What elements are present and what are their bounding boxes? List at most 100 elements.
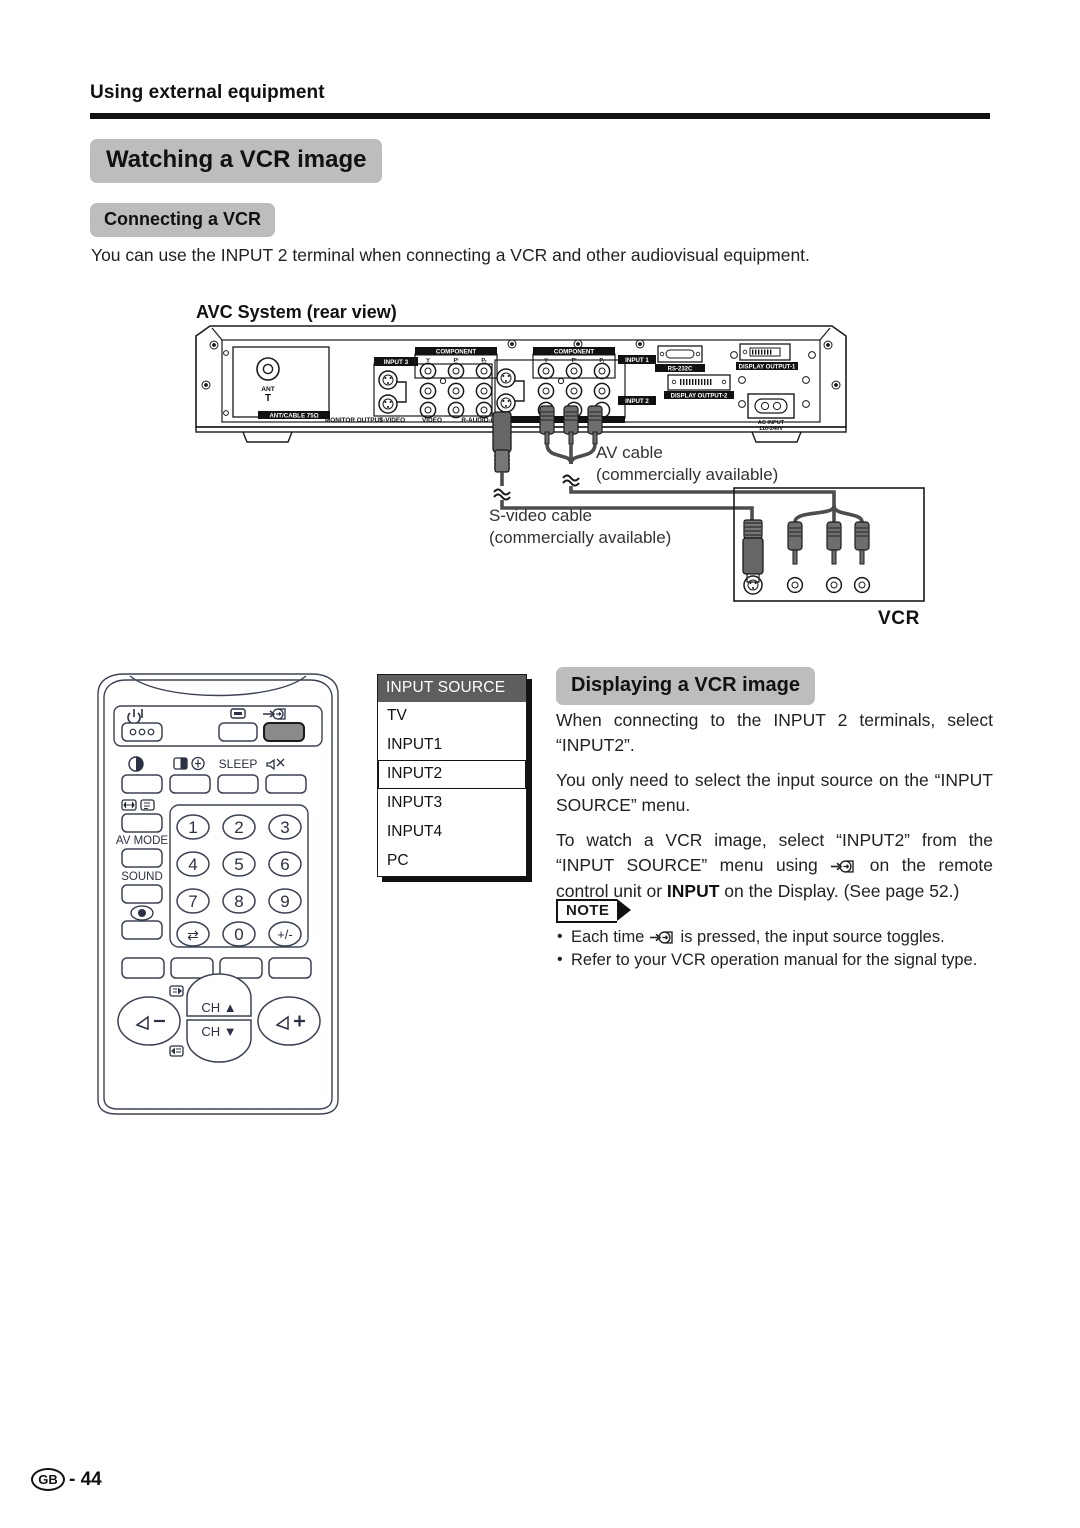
menu-item-input4[interactable]: INPUT4 bbox=[378, 818, 526, 847]
rs232c-block: RS-232C bbox=[655, 345, 705, 373]
caption-left-icon bbox=[169, 1045, 184, 1057]
sleep-label: SLEEP bbox=[219, 757, 258, 771]
note1-before: Each time bbox=[571, 928, 649, 946]
displaying-paragraph-3: To watch a VCR image, select “INPUT2” fr… bbox=[556, 828, 993, 904]
sound-button bbox=[121, 884, 163, 904]
intro-paragraph: You can use the INPUT 2 terminal when co… bbox=[91, 245, 810, 265]
svg-text:S-VIDEO: S-VIDEO bbox=[379, 417, 405, 424]
sound-label: SOUND bbox=[121, 871, 163, 883]
svg-text:INPUT 3: INPUT 3 bbox=[384, 359, 409, 366]
menu-item-tv[interactable]: TV bbox=[378, 702, 526, 731]
svg-text:INPUT 1: INPUT 1 bbox=[625, 357, 649, 364]
section-title-connecting: Connecting a VCR bbox=[90, 203, 276, 237]
caption-right-icon bbox=[169, 985, 184, 997]
svg-text:5: 5 bbox=[234, 855, 243, 874]
note-list: Each time is pressed, the input source t… bbox=[556, 926, 977, 973]
page-number: - 44 bbox=[69, 1468, 102, 1490]
note-tag: NOTE bbox=[556, 899, 632, 923]
svg-text:4: 4 bbox=[188, 855, 197, 874]
function-button-1 bbox=[121, 957, 165, 979]
note-item-1: Each time is pressed, the input source t… bbox=[556, 926, 977, 949]
section-title-watching: Watching a VCR image bbox=[90, 139, 383, 183]
display-button bbox=[218, 722, 258, 742]
view-mode-button bbox=[121, 813, 163, 833]
manual-page: Using external equipment Watching a VCR … bbox=[0, 0, 1080, 1528]
svg-text:DISPLAY OUTPUT-1: DISPLAY OUTPUT-1 bbox=[739, 365, 796, 371]
mute-icon bbox=[266, 758, 285, 771]
contrast-button bbox=[121, 774, 163, 794]
svg-text:ANT: ANT bbox=[261, 386, 275, 393]
ch-down-label: CH ▼ bbox=[201, 1024, 236, 1039]
svg-text:ANT/CABLE 75Ω: ANT/CABLE 75Ω bbox=[269, 413, 318, 420]
channel-up-button: CH ▲ bbox=[186, 973, 252, 1017]
antenna-section: ANT T ANT/CABLE 75Ω bbox=[232, 346, 330, 420]
ac-inlet: AC INPUT 110-240V bbox=[730, 351, 816, 432]
remote-control-illustration: .rb{fill:#fff;stroke:#3a4256;stroke-widt… bbox=[97, 673, 339, 1115]
mute-button bbox=[265, 774, 307, 794]
component-left: COMPONENT Y Pᴵ Pᵣ bbox=[414, 347, 498, 419]
volume-up-button bbox=[257, 996, 321, 1046]
svg-text:7: 7 bbox=[188, 892, 197, 911]
input3-block: INPUT 3 S-VIDEO VIDEO R-AUDIO-L bbox=[373, 357, 495, 424]
svg-text:T: T bbox=[265, 393, 271, 404]
p3-input-bold: INPUT bbox=[666, 880, 720, 901]
picture-mode-icon bbox=[173, 756, 205, 771]
input-source-list: TV INPUT1 INPUT2 INPUT3 INPUT4 PC bbox=[378, 702, 526, 876]
monitor-output-bank: MONITOR OUTPUT bbox=[325, 417, 383, 424]
power-button bbox=[121, 722, 163, 742]
note-box: NOTE Each time is pressed, the input sou… bbox=[556, 899, 977, 973]
svg-text:9: 9 bbox=[280, 892, 289, 911]
svg-text:8: 8 bbox=[234, 892, 243, 911]
svg-text:COMPONENT: COMPONENT bbox=[436, 349, 476, 356]
svg-text:R-AUDIO-L: R-AUDIO-L bbox=[461, 417, 494, 424]
svg-text:1: 1 bbox=[188, 818, 197, 837]
power-icon bbox=[127, 709, 143, 725]
svg-text:MONITOR OUTPUT: MONITOR OUTPUT bbox=[325, 417, 383, 424]
avc-system-label: AVC System (rear view) bbox=[196, 302, 397, 322]
function-button-4 bbox=[268, 957, 312, 979]
input-source-menu[interactable]: INPUT SOURCE TV INPUT1 INPUT2 INPUT3 INP… bbox=[377, 674, 527, 877]
menu-item-input2[interactable]: INPUT2 bbox=[378, 760, 526, 789]
view-mode-icon bbox=[121, 799, 155, 811]
input-button bbox=[263, 722, 305, 742]
svg-text:6: 6 bbox=[280, 855, 289, 874]
p3-text-after: on the Display. (See page 52.) bbox=[719, 880, 960, 901]
svg-text:INPUT 2: INPUT 2 bbox=[625, 398, 649, 405]
av-mode-button bbox=[121, 848, 163, 868]
svg-text:Pᴵ: Pᴵ bbox=[454, 357, 459, 364]
svg-text:Pᴵ: Pᴵ bbox=[572, 357, 577, 364]
menu-item-pc[interactable]: PC bbox=[378, 847, 526, 876]
section-title-displaying: Displaying a VCR image bbox=[556, 667, 815, 705]
svg-text:VIDEO: VIDEO bbox=[422, 417, 442, 424]
svg-text:Pᵣ: Pᵣ bbox=[599, 358, 605, 364]
svg-text:2: 2 bbox=[234, 818, 243, 837]
picture-mode-button bbox=[169, 774, 211, 794]
running-head: Using external equipment bbox=[90, 82, 325, 103]
display-output-2-block: DISPLAY OUTPUT-2 bbox=[664, 374, 734, 400]
volume-down-button bbox=[117, 996, 181, 1046]
display-output-1-block: DISPLAY OUTPUT-1 bbox=[736, 343, 798, 371]
ch-up-label: CH ▲ bbox=[201, 1000, 236, 1015]
svg-text:Y: Y bbox=[544, 358, 548, 364]
displaying-paragraph-1: When connecting to the INPUT 2 terminals… bbox=[556, 710, 993, 756]
displaying-paragraph-2: You only need to select the input source… bbox=[556, 770, 993, 816]
svg-text:AC INPUT: AC INPUT bbox=[758, 420, 785, 426]
channel-down-button: CH ▼ bbox=[186, 1019, 252, 1063]
svg-text:+/-: +/- bbox=[277, 927, 293, 942]
svg-text:RS-232C: RS-232C bbox=[668, 367, 693, 373]
menu-item-input1[interactable]: INPUT1 bbox=[378, 731, 526, 760]
avc-rear-chassis bbox=[195, 325, 847, 443]
region-badge: GB bbox=[31, 1468, 65, 1491]
header-rule bbox=[90, 113, 990, 119]
contrast-icon bbox=[128, 756, 144, 772]
svideo-cable-caption: S-video cable (commercially available) bbox=[489, 506, 672, 548]
input1-input2-block: COMPONENT Y Pᴵ Pᵣ INPUT 1 INPUT 2 bbox=[494, 347, 656, 423]
freeze-button bbox=[121, 920, 163, 940]
input-icon bbox=[649, 930, 676, 945]
freeze-icon bbox=[130, 905, 154, 921]
svg-text:0: 0 bbox=[234, 925, 243, 944]
menu-item-input3[interactable]: INPUT3 bbox=[378, 789, 526, 818]
vcr-box bbox=[733, 487, 925, 602]
av-mode-label: AV MODE bbox=[116, 835, 169, 847]
svg-text:3: 3 bbox=[280, 818, 289, 837]
